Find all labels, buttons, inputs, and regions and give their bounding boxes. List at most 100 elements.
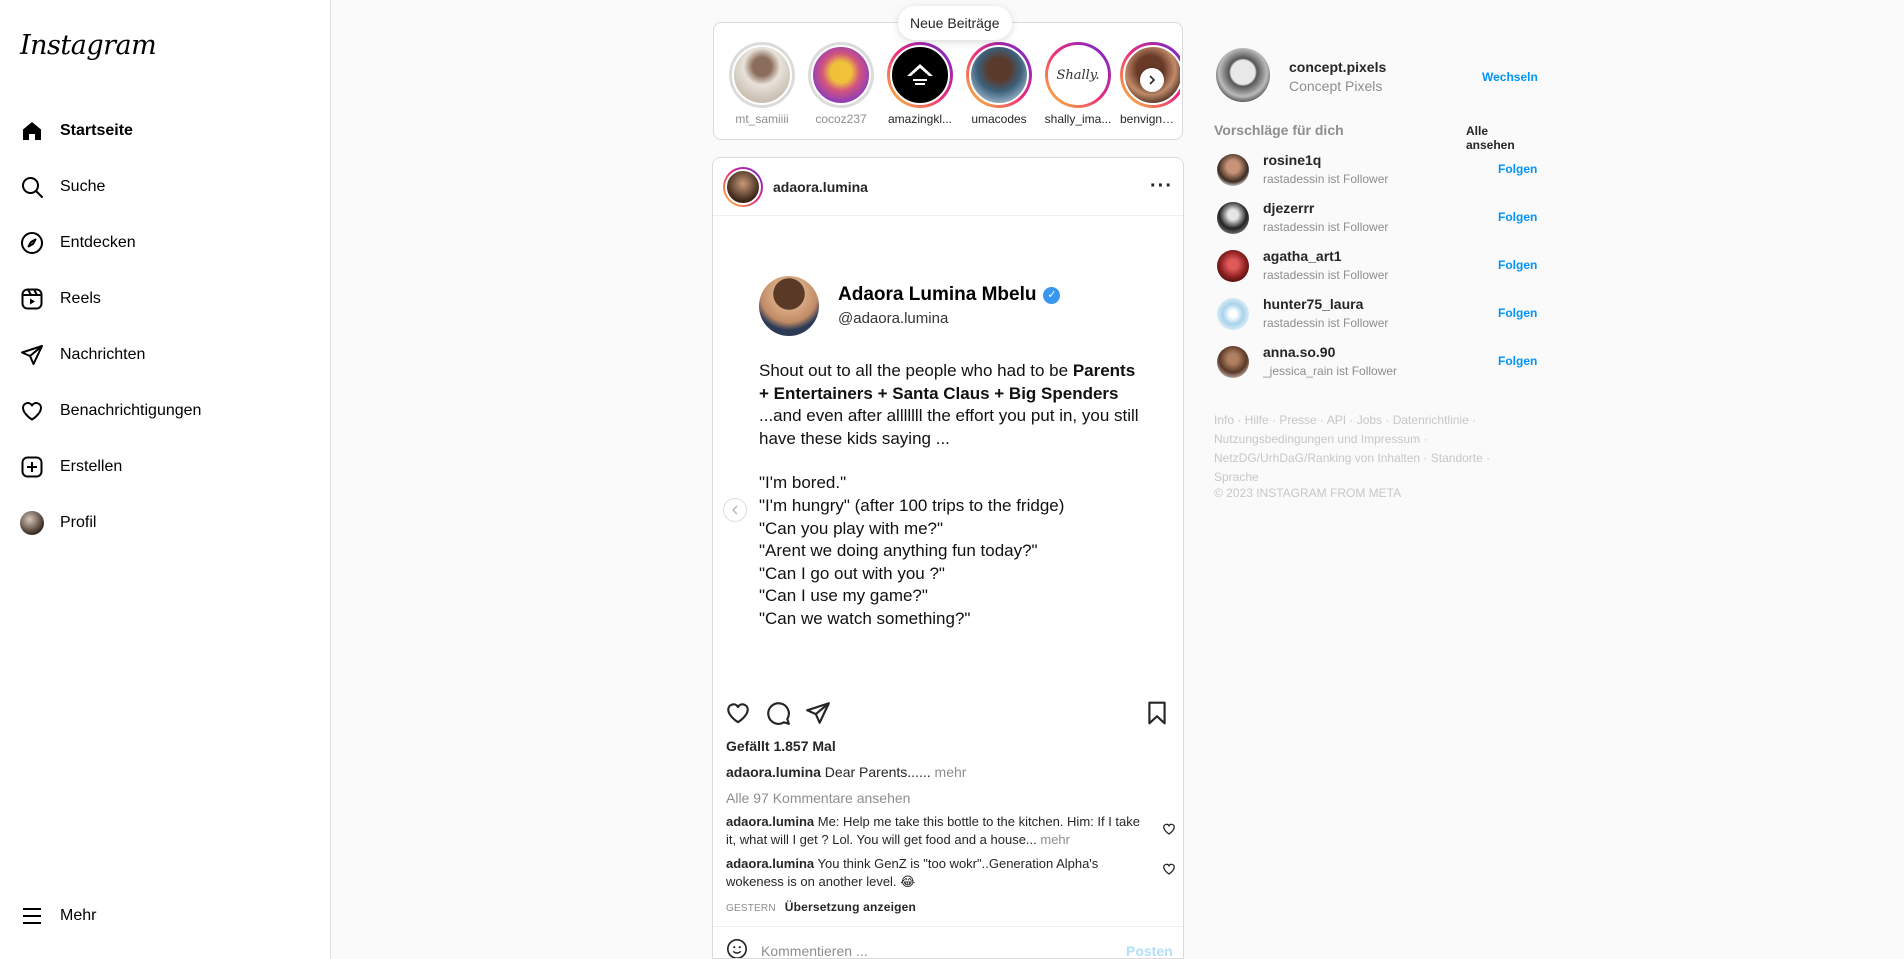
comment-input[interactable]: Kommentieren ... xyxy=(761,943,868,958)
tweet-quote-line: "I'm bored." xyxy=(759,473,847,493)
story-name: benvigna_... xyxy=(1120,112,1180,126)
nav-label: Entdecken xyxy=(60,234,136,251)
emoji-icon[interactable] xyxy=(726,938,748,958)
comment-username[interactable]: adaora.lumina xyxy=(726,814,814,829)
suggestion-item: djezerrr rastadessin ist Follower Folgen xyxy=(1214,200,1537,244)
post-comment-button[interactable]: Posten xyxy=(1126,943,1173,958)
more-options-icon[interactable]: ··· xyxy=(1150,175,1173,198)
suggestion-item: rosine1q rastadessin ist Follower Folgen xyxy=(1214,152,1537,196)
tweet-author-name: Adaora Lumina Mbelu xyxy=(838,284,1037,305)
story-avatar xyxy=(890,45,950,105)
like-heart-icon[interactable] xyxy=(725,700,751,726)
story-item[interactable]: mt_samiiii xyxy=(726,42,798,126)
switch-account-button[interactable]: Wechseln xyxy=(1482,70,1538,84)
instagram-logo[interactable]: Instagram xyxy=(20,30,157,61)
suggestion-username[interactable]: rosine1q xyxy=(1263,152,1321,168)
story-name: cocoz237 xyxy=(815,112,867,126)
nav-item-profile[interactable]: Profil xyxy=(0,495,330,551)
story-avatar xyxy=(732,45,792,105)
suggestion-avatar[interactable] xyxy=(1217,154,1249,186)
story-item[interactable]: Shally. shally_ima... xyxy=(1042,42,1114,126)
comment-more-link[interactable]: mehr xyxy=(1037,832,1070,847)
post-actions xyxy=(713,686,1183,738)
post-author-username[interactable]: adaora.lumina xyxy=(773,179,868,195)
story-name: mt_samiiii xyxy=(735,112,789,126)
verified-badge-icon: ✓ xyxy=(1043,286,1061,304)
comment-username[interactable]: adaora.lumina xyxy=(726,856,814,871)
follow-button[interactable]: Folgen xyxy=(1498,354,1537,368)
comment: adaora.lumina Me: Help me take this bott… xyxy=(726,813,1146,849)
profile-avatar xyxy=(20,511,44,535)
suggestion-avatar[interactable] xyxy=(1217,250,1249,282)
likes-count[interactable]: Gefällt 1.857 Mal xyxy=(726,738,836,754)
suggestion-username[interactable]: agatha_art1 xyxy=(1263,248,1342,264)
follow-button[interactable]: Folgen xyxy=(1498,162,1537,176)
follow-button[interactable]: Folgen xyxy=(1498,258,1537,272)
heart-icon xyxy=(20,399,44,423)
compass-icon xyxy=(20,231,44,255)
nav-item-explore[interactable]: Entdecken xyxy=(0,215,330,271)
new-posts-pill[interactable]: Neue Beiträge xyxy=(898,6,1012,40)
current-user: concept.pixels Concept Pixels Wechseln xyxy=(1214,48,1544,104)
story-avatar xyxy=(969,45,1029,105)
suggestions-header: Vorschläge für dich Alle ansehen xyxy=(1214,122,1534,152)
comment-like-heart-icon[interactable] xyxy=(1162,822,1176,836)
nav-item-home[interactable]: Startseite xyxy=(0,103,330,159)
nav-list: Startseite Suche Entdecken Reels Nachric… xyxy=(0,103,330,551)
comment-icon[interactable] xyxy=(765,700,791,726)
caption-text: Dear Parents...... xyxy=(820,764,931,780)
follow-button[interactable]: Folgen xyxy=(1498,210,1537,224)
suggestion-username[interactable]: djezerrr xyxy=(1263,200,1314,216)
see-all-link[interactable]: Alle ansehen xyxy=(1466,124,1534,152)
menu-icon xyxy=(20,904,44,928)
nav-item-messages[interactable]: Nachrichten xyxy=(0,327,330,383)
story-name: umacodes xyxy=(971,112,1027,126)
tweet-handle: @adaora.lumina xyxy=(838,310,949,327)
nav-label: Startseite xyxy=(60,122,133,139)
comment-like-heart-icon[interactable] xyxy=(1162,862,1176,876)
feed-post: adaora.lumina ··· Adaora Lumina Mbelu ✓ … xyxy=(712,157,1184,959)
tweet-quote-line: "Can I go out with you ?" xyxy=(759,563,945,583)
stories-next-button[interactable] xyxy=(1140,68,1164,92)
current-user-username[interactable]: concept.pixels xyxy=(1289,59,1386,75)
nav-item-notifications[interactable]: Benachrichtigungen xyxy=(0,383,330,439)
nav-item-create[interactable]: Erstellen xyxy=(0,439,330,495)
bookmark-icon[interactable] xyxy=(1144,700,1170,726)
nav-item-search[interactable]: Suche xyxy=(0,159,330,215)
view-all-comments-link[interactable]: Alle 97 Kommentare ansehen xyxy=(726,790,910,806)
post-author-avatar[interactable] xyxy=(723,166,763,207)
story-item[interactable]: cocoz237 xyxy=(805,42,877,126)
nav-label: Benachrichtigungen xyxy=(60,402,202,419)
search-icon xyxy=(20,175,44,199)
suggestion-username[interactable]: anna.so.90 xyxy=(1263,344,1335,360)
suggestion-avatar[interactable] xyxy=(1217,298,1249,330)
tweet-quote-line: "Can we watch something?" xyxy=(759,608,971,628)
current-user-avatar[interactable] xyxy=(1216,48,1270,102)
share-icon[interactable] xyxy=(805,700,831,726)
caption-username[interactable]: adaora.lumina xyxy=(726,764,821,780)
suggestion-avatar[interactable] xyxy=(1217,202,1249,234)
chevron-right-icon xyxy=(1149,75,1156,85)
nav-item-reels[interactable]: Reels xyxy=(0,271,330,327)
suggestion-username[interactable]: hunter75_laura xyxy=(1263,296,1363,312)
nav-item-more[interactable]: Mehr xyxy=(0,888,330,944)
carousel-prev-button[interactable] xyxy=(723,498,747,522)
follow-button[interactable]: Folgen xyxy=(1498,306,1537,320)
tweet-quote-line: "I'm hungry" (after 100 trips to the fri… xyxy=(759,495,1065,515)
tweet-quote-line: "Can you play with me?" xyxy=(759,518,944,538)
story-item[interactable]: umacodes xyxy=(963,42,1035,126)
tweet-avatar xyxy=(759,276,819,336)
post-image[interactable]: Adaora Lumina Mbelu ✓ @adaora.lumina Sho… xyxy=(713,216,1183,686)
post-caption: adaora.lumina Dear Parents...... mehr xyxy=(726,764,1166,780)
suggestion-avatar[interactable] xyxy=(1217,346,1249,378)
comment-box: Kommentieren ... Posten xyxy=(713,926,1183,958)
tweet-body: Shout out to all the people who had to b… xyxy=(759,360,1139,631)
show-translation-link[interactable]: Übersetzung anzeigen xyxy=(785,900,916,914)
post-time: GESTERN xyxy=(726,903,776,914)
caption-more-link[interactable]: mehr xyxy=(931,764,967,780)
footer-links[interactable]: Info · Hilfe · Presse · API · Jobs · Dat… xyxy=(1214,411,1514,487)
story-item[interactable]: amazingkl... xyxy=(884,42,956,126)
nav-label: Nachrichten xyxy=(60,346,146,363)
nav-label: Reels xyxy=(60,290,101,307)
tweet-quote-line: "Arent we doing anything fun today?" xyxy=(759,541,1038,561)
